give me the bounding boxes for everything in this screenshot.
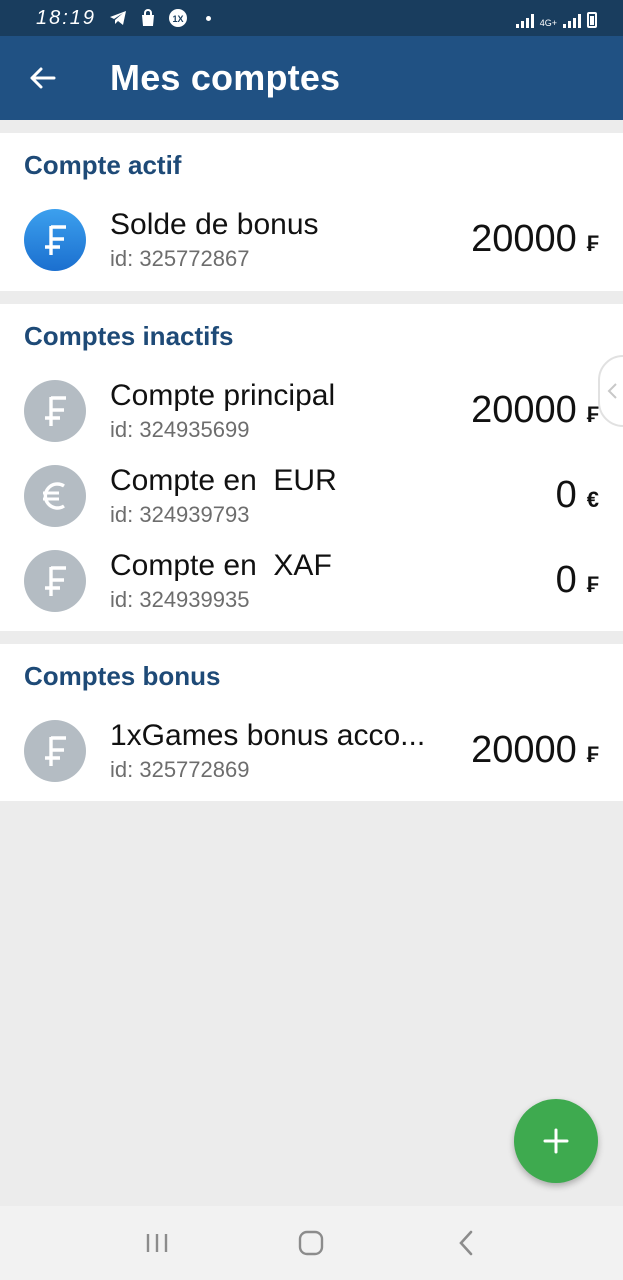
currency-symbol: ₣ bbox=[586, 402, 599, 427]
account-name: Compte en XAF bbox=[110, 548, 332, 582]
section-header: Compte actif bbox=[24, 149, 182, 180]
more-notifications-dot bbox=[198, 8, 218, 28]
shopping-bag-icon bbox=[138, 8, 158, 28]
network-type: 4G+ bbox=[539, 18, 557, 28]
franc-icon bbox=[24, 719, 86, 782]
account-balance: 20000 ₣ bbox=[471, 389, 599, 432]
franc-icon bbox=[24, 549, 86, 612]
notification-icons: 1X bbox=[108, 8, 218, 28]
account-name: Compte en EUR bbox=[110, 463, 337, 497]
system-nav-bar bbox=[0, 1206, 623, 1280]
bonus-accounts-section: Comptes bonus 1xGames bonus acco... id: … bbox=[0, 644, 623, 801]
amount-value: 20000 bbox=[471, 218, 577, 260]
telegram-icon bbox=[108, 8, 128, 28]
currency-symbol: ₣ bbox=[586, 572, 599, 597]
svg-text:1X: 1X bbox=[173, 14, 184, 24]
account-name: 1xGames bonus acco... bbox=[110, 718, 426, 752]
currency-symbol: ₣ bbox=[586, 742, 599, 767]
page-title: Mes comptes bbox=[110, 57, 341, 98]
account-balance: 0 € bbox=[556, 474, 599, 517]
amount-value: 20000 bbox=[471, 729, 577, 771]
account-id: id: 324939793 bbox=[110, 501, 250, 527]
account-balance: 20000 ₣ bbox=[471, 218, 599, 261]
account-id: id: 325772869 bbox=[110, 756, 250, 782]
account-name: Solde de bonus bbox=[110, 207, 319, 241]
edge-panel-handle[interactable] bbox=[598, 355, 623, 427]
euro-icon bbox=[24, 464, 86, 527]
account-balance: 20000 ₣ bbox=[471, 729, 599, 772]
status-bar: 18:19 1X 4G+ bbox=[0, 0, 623, 36]
battery-icon bbox=[587, 12, 597, 28]
recent-apps-button[interactable] bbox=[127, 1213, 187, 1273]
amount-value: 0 bbox=[555, 474, 577, 516]
plus-icon bbox=[543, 1128, 569, 1154]
inactive-accounts-section: Comptes inactifs Compte principal id: 32… bbox=[0, 304, 623, 631]
signal-icon bbox=[515, 14, 534, 28]
app-bar: Mes comptes bbox=[0, 36, 623, 120]
section-header: Comptes inactifs bbox=[24, 320, 234, 351]
home-icon bbox=[299, 1230, 324, 1256]
amount-value: 0 bbox=[555, 559, 577, 601]
back-button[interactable] bbox=[0, 36, 84, 120]
account-id: id: 325772867 bbox=[110, 245, 250, 271]
add-account-button[interactable] bbox=[514, 1099, 598, 1183]
back-nav-button[interactable] bbox=[436, 1213, 496, 1273]
section-header: Comptes bonus bbox=[24, 660, 221, 691]
status-time: 18:19 bbox=[36, 6, 97, 29]
arrow-left-icon bbox=[30, 67, 56, 89]
currency-symbol: € bbox=[586, 487, 599, 512]
currency-symbol: ₣ bbox=[586, 231, 599, 256]
status-right-icons: 4G+ bbox=[515, 8, 597, 28]
account-row[interactable]: Solde de bonus id: 325772867 20000 ₣ bbox=[0, 197, 623, 282]
account-row[interactable]: Compte principal id: 324935699 20000 ₣ bbox=[0, 368, 623, 453]
franc-icon bbox=[24, 208, 86, 271]
account-name: Compte principal bbox=[110, 378, 336, 412]
account-row[interactable]: Compte en XAF id: 324939935 0 ₣ bbox=[0, 538, 623, 623]
chevron-left-icon bbox=[607, 383, 617, 399]
amount-value: 20000 bbox=[471, 389, 577, 431]
account-balance: 0 ₣ bbox=[556, 559, 599, 602]
active-account-section: Compte actif Solde de bonus id: 32577286… bbox=[0, 133, 623, 291]
1x-app-icon: 1X bbox=[168, 8, 188, 28]
account-row[interactable]: Compte en EUR id: 324939793 0 € bbox=[0, 453, 623, 538]
chevron-left-icon bbox=[459, 1230, 473, 1256]
recents-icon bbox=[146, 1234, 168, 1252]
account-row[interactable]: 1xGames bonus acco... id: 325772869 2000… bbox=[0, 708, 623, 793]
account-id: id: 324939935 bbox=[110, 586, 250, 612]
signal-2-icon bbox=[563, 14, 581, 28]
franc-icon bbox=[24, 379, 86, 442]
home-button[interactable] bbox=[281, 1213, 341, 1273]
account-id: id: 324935699 bbox=[110, 416, 250, 442]
